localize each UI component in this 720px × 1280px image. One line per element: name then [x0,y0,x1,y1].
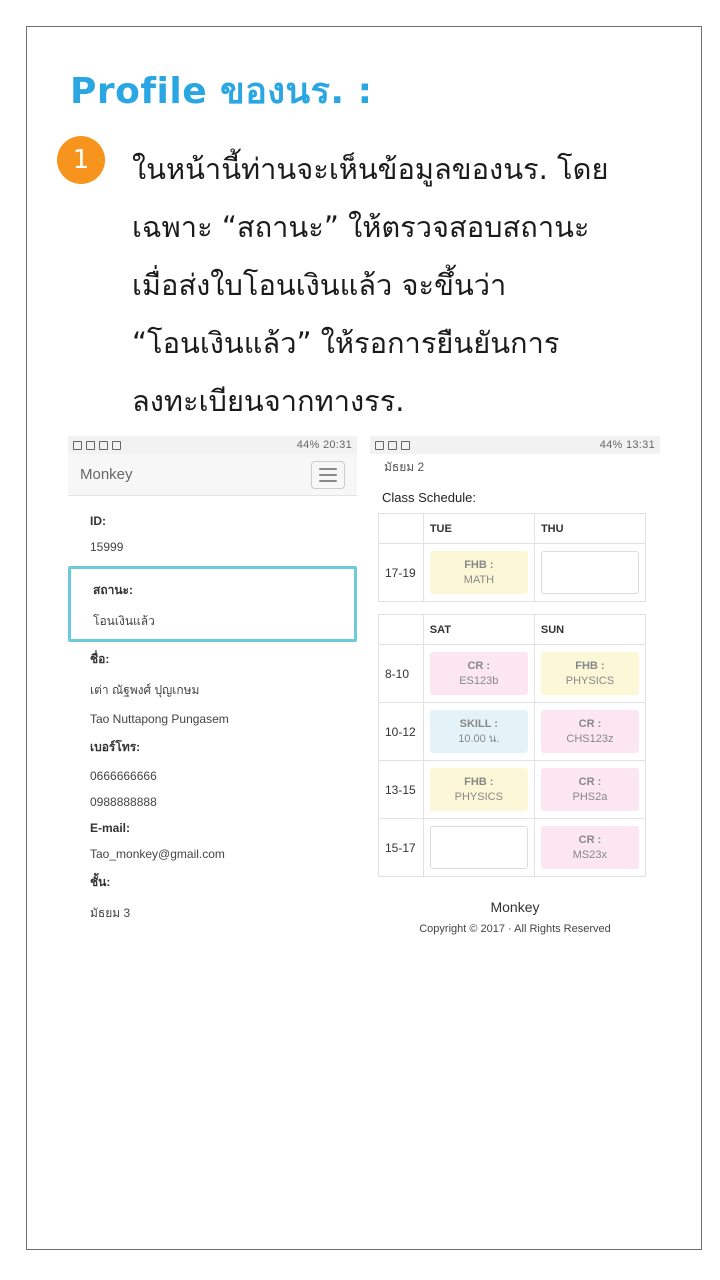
table-row: 10-12 SKILL : 10.00 น. CR : CHS123z [378,702,647,761]
name-english: Tao Nuttapong Pungasem [90,712,229,726]
class-chip[interactable]: CR : PHS2a [540,768,639,811]
notification-icon [73,440,82,450]
empty-slot[interactable] [429,826,528,869]
status-label: สถานะ: [93,583,133,597]
schedule-table-weekday: TUE THU 17-19 FHB : MATH [378,513,647,602]
menu-toggle-button[interactable] [311,460,345,489]
column-header: THU [533,513,647,544]
instruction-text: ในหน้านี้ท่านจะเห็นข้อมูลของนร. โดย เฉพา… [132,140,672,430]
table-row: 15-17 CR : MS23x [378,818,647,877]
step-number-badge: 1 [57,136,105,184]
notification-icon [99,440,108,450]
class-chip[interactable]: CR : MS23x [540,826,639,869]
class-chip[interactable]: SKILL : 10.00 น. [429,710,528,753]
time-slot: 13-15 [378,760,424,819]
status-bar: 44% 20:31 [68,436,357,454]
status-bar-info: 44% 13:31 [599,439,655,451]
grade-value: มัธยม 3 [90,906,131,920]
hamburger-icon [319,467,337,470]
status-value: โอนเงินแล้ว [93,614,155,628]
class-subject: CHS123z [566,732,614,745]
class-title: CR : [578,833,602,846]
instruction-line: ลงทะเบียนจากทางรร. [132,384,405,418]
status-bar: 44% 13:31 [370,436,660,454]
class-chip[interactable]: CR : ES123b [429,652,528,695]
class-title: FHB : [464,558,494,571]
id-value: 15999 [90,540,124,554]
class-subject: 10.00 น. [458,732,500,745]
table-header-row: SAT SUN [378,614,647,645]
profile-details: ID: 15999 สถานะ: โอนเงินแล้ว ชื่อ: เต่า … [68,496,357,923]
schedule-screenshot: 44% 13:31 มัธยม 2 Class Schedule: TUE TH… [370,436,660,956]
class-subject: ES123b [459,674,499,687]
time-slot: 17-19 [378,543,424,602]
class-chip[interactable]: CR : CHS123z [540,710,639,753]
phone-value: 0988888888 [90,795,157,809]
time-slot: 15-17 [378,818,424,877]
class-chip[interactable]: FHB : PHYSICS [429,768,528,811]
column-header: SAT [422,614,535,645]
class-subject: MATH [463,573,495,586]
table-row: 17-19 FHB : MATH [378,543,647,602]
class-chip[interactable]: FHB : MATH [429,551,528,594]
phone-label: เบอร์โทร: [90,740,141,754]
class-title: FHB : [575,659,605,672]
email-value: Tao_monkey@gmail.com [90,847,225,861]
navbar: Monkey [68,454,357,496]
class-chip[interactable]: FHB : PHYSICS [540,652,639,695]
class-subject: PHYSICS [565,674,615,687]
class-title: CR : [578,717,602,730]
phone-value: 0666666666 [90,769,157,783]
column-header: TUE [422,513,535,544]
id-label: ID: [90,514,106,528]
class-subject: MS23x [572,848,608,861]
grade-label: ชั้น: [90,875,111,889]
instruction-line: เมื่อส่งใบโอนเงินแล้ว จะขึ้นว่า [132,268,507,302]
class-title: CR : [467,659,491,672]
class-subject: PHYSICS [454,790,503,803]
table-row: 8-10 CR : ES123b FHB : PHYSICS [378,644,647,703]
schedule-table-weekend: SAT SUN 8-10 CR : ES123b FHB : PHYSICS 1… [378,614,647,877]
footer-brand: Monkey [490,899,540,915]
notification-icon [401,440,410,450]
profile-screenshot: 44% 20:31 Monkey ID: 15999 สถานะ: โอนเงิ… [68,436,357,946]
table-header-row: TUE THU [378,513,647,544]
time-slot: 8-10 [378,644,424,703]
instruction-line: เฉพาะ “สถานะ” ให้ตรวจสอบสถานะ [132,210,590,244]
instruction-line: ในหน้านี้ท่านจะเห็นข้อมูลของนร. โดย [132,152,609,186]
class-subject: PHS2a [572,790,608,803]
class-title: SKILL : [459,717,498,730]
table-row: 13-15 FHB : PHYSICS CR : PHS2a [378,760,647,819]
email-label: E-mail: [90,821,131,835]
name-label: ชื่อ: [90,652,110,666]
brand-name[interactable]: Monkey [80,466,133,483]
notification-icon [112,440,121,450]
class-title: CR : [578,775,602,788]
name-thai: เต่า ณัฐพงศ์ ปุญเกษม [90,683,200,697]
footer-copyright: Copyright © 2017 · All Rights Reserved [419,923,611,935]
grade-value: มัธยม 2 [384,460,425,474]
class-title: FHB : [464,775,494,788]
notification-icon [86,440,95,450]
page-title: Profile ของนร. : [70,71,373,112]
time-slot: 10-12 [378,702,424,761]
instruction-line: “โอนเงินแล้ว” ให้รอการยืนยันการ [132,326,560,360]
empty-slot[interactable] [540,551,639,594]
status-highlight: สถานะ: โอนเงินแล้ว [68,566,357,642]
column-header: SUN [533,614,647,645]
schedule-title: Class Schedule: [382,490,476,505]
status-bar-info: 44% 20:31 [296,439,352,451]
notification-icon [375,440,384,450]
notification-icon [388,440,397,450]
